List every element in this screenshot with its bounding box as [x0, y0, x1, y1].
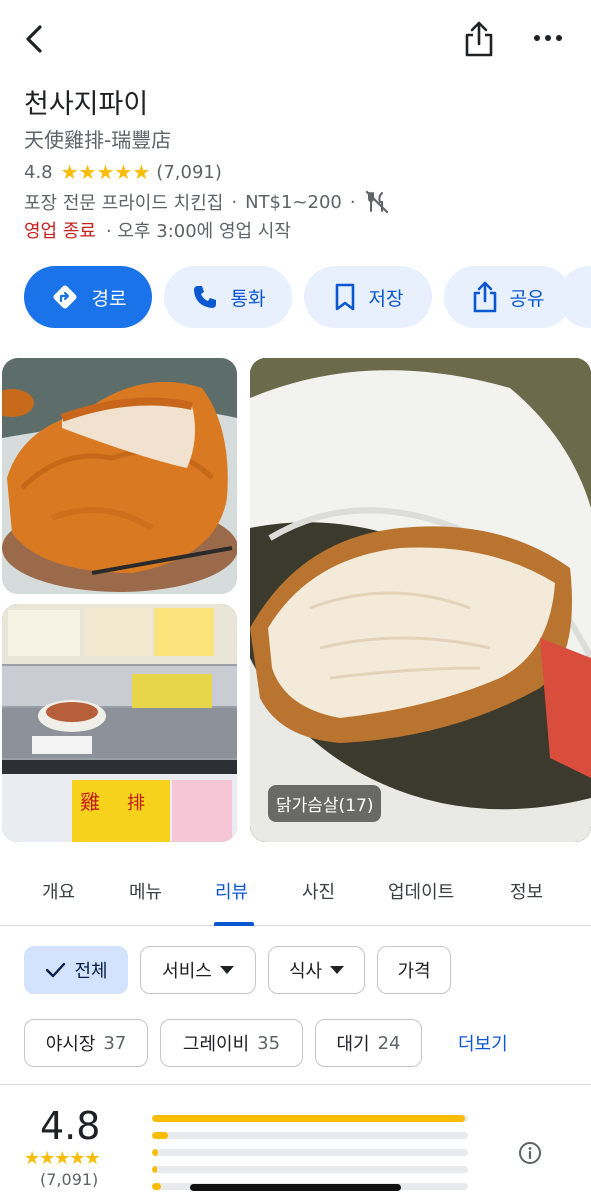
photo-image: [2, 358, 237, 594]
rating-bar-fill: [152, 1132, 168, 1139]
separator-dot: ·: [349, 191, 356, 213]
filter-service-chip[interactable]: 서비스: [140, 946, 256, 994]
topic-count: 37: [103, 1032, 127, 1054]
call-label: 통화: [230, 287, 266, 310]
tab-about[interactable]: 정보: [510, 878, 543, 904]
dropdown-caret-icon: [219, 966, 234, 974]
rating-stars: ★★★★★: [60, 160, 151, 184]
share-button[interactable]: 공유: [444, 266, 572, 328]
summary-score: 4.8: [40, 1104, 101, 1148]
info-icon[interactable]: [518, 1141, 542, 1165]
active-tab-indicator: [214, 922, 254, 926]
no-dine-in-icon: [365, 190, 388, 214]
rating-bar-5-star: [152, 1115, 468, 1122]
more-topics-link[interactable]: 더보기: [458, 1030, 508, 1056]
hours-line[interactable]: 영업 종료 · 오후 3:00에 영업 시작: [24, 216, 291, 244]
tab-reviews[interactable]: 리뷰: [215, 878, 248, 904]
call-button[interactable]: 통화: [164, 266, 292, 328]
action-buttons: 경로 통화 저장 공유: [24, 266, 572, 328]
topic-chip[interactable]: 그레이비 35: [160, 1019, 303, 1067]
summary-count: (7,091): [40, 1170, 99, 1189]
more-horiz-icon[interactable]: [530, 26, 566, 50]
filter-service-label: 서비스: [162, 961, 212, 982]
tab-photos[interactable]: 사진: [302, 878, 335, 904]
directions-label: 경로: [91, 287, 127, 310]
photo-storefront[interactable]: 雞 排: [2, 604, 237, 842]
topic-chip[interactable]: 대기 24: [315, 1019, 422, 1067]
topic-count: 35: [257, 1032, 281, 1054]
filter-price-label: 가격: [397, 961, 431, 982]
share-label: 공유: [509, 287, 545, 310]
directions-icon: [53, 285, 77, 309]
photo-image: 雞 排: [2, 604, 237, 842]
photo-chicken-breast[interactable]: 닭가슴살(17): [250, 358, 591, 842]
filter-all-label: 전체: [74, 961, 108, 982]
home-indicator: [190, 1184, 401, 1191]
rating-bar-3-star: [152, 1149, 468, 1156]
directions-button[interactable]: 경로: [24, 266, 152, 328]
topic-chip[interactable]: 야시장 37: [24, 1019, 148, 1067]
status-closed: 영업 종료: [24, 221, 96, 242]
category-line: 포장 전문 프라이드 치킨집 · NT$1~200 ·: [24, 188, 390, 216]
svg-text:排: 排: [127, 793, 145, 814]
top-bar: [0, 0, 591, 78]
photo-image: [250, 358, 591, 842]
opening-time: · 오후 3:00에 영업 시작: [105, 221, 291, 242]
tab-bar: 개요 메뉴 리뷰 사진 업데이트 정보: [0, 862, 591, 926]
tab-overview[interactable]: 개요: [42, 878, 75, 904]
rating-bar-4-star: [152, 1132, 468, 1139]
rating-bar-fill: [152, 1183, 162, 1190]
rating-bar-fill: [152, 1115, 465, 1122]
tab-menu[interactable]: 메뉴: [129, 878, 162, 904]
phone-icon: [193, 286, 216, 308]
place-subtitle: 天使雞排-瑞豐店: [24, 128, 172, 152]
divider: [0, 1084, 591, 1085]
summary-stars: ★★★★★: [24, 1148, 101, 1169]
rating-bar-fill: [152, 1166, 157, 1173]
filter-all-chip[interactable]: 전체: [24, 946, 128, 994]
topic-label: 그레이비: [182, 1034, 250, 1055]
rating-value: 4.8: [24, 161, 53, 183]
share-icon[interactable]: [462, 20, 496, 58]
rating-line[interactable]: 4.8 ★★★★★ (7,091): [24, 158, 222, 186]
save-button[interactable]: 저장: [304, 266, 432, 328]
filter-price-chip[interactable]: 가격: [377, 946, 451, 994]
filter-meal-chip[interactable]: 식사: [268, 946, 365, 994]
photo-chicken-cutlet[interactable]: [2, 358, 237, 594]
topic-label: 대기: [336, 1034, 370, 1055]
bookmark-icon: [335, 283, 354, 311]
photo-caption: 닭가슴살(17): [268, 785, 382, 822]
rating-bar-fill: [152, 1149, 159, 1156]
rating-bar-2-star: [152, 1166, 468, 1173]
place-name: 천사지파이: [24, 89, 149, 120]
review-count: (7,091): [156, 161, 222, 183]
filter-meal-label: 식사: [288, 961, 323, 982]
topic-count: 24: [377, 1032, 401, 1054]
dropdown-caret-icon: [330, 966, 345, 974]
separator-dot: ·: [231, 191, 238, 213]
category: 포장 전문 프라이드 치킨집: [24, 193, 224, 214]
save-label: 저장: [368, 287, 404, 310]
price-range: NT$1~200: [245, 191, 342, 213]
svg-text:雞: 雞: [80, 790, 100, 814]
chevron-left-icon[interactable]: [18, 22, 52, 56]
topic-label: 야시장: [45, 1034, 96, 1055]
check-icon: [46, 962, 66, 978]
tab-updates[interactable]: 업데이트: [388, 878, 454, 904]
share-icon: [473, 281, 496, 313]
